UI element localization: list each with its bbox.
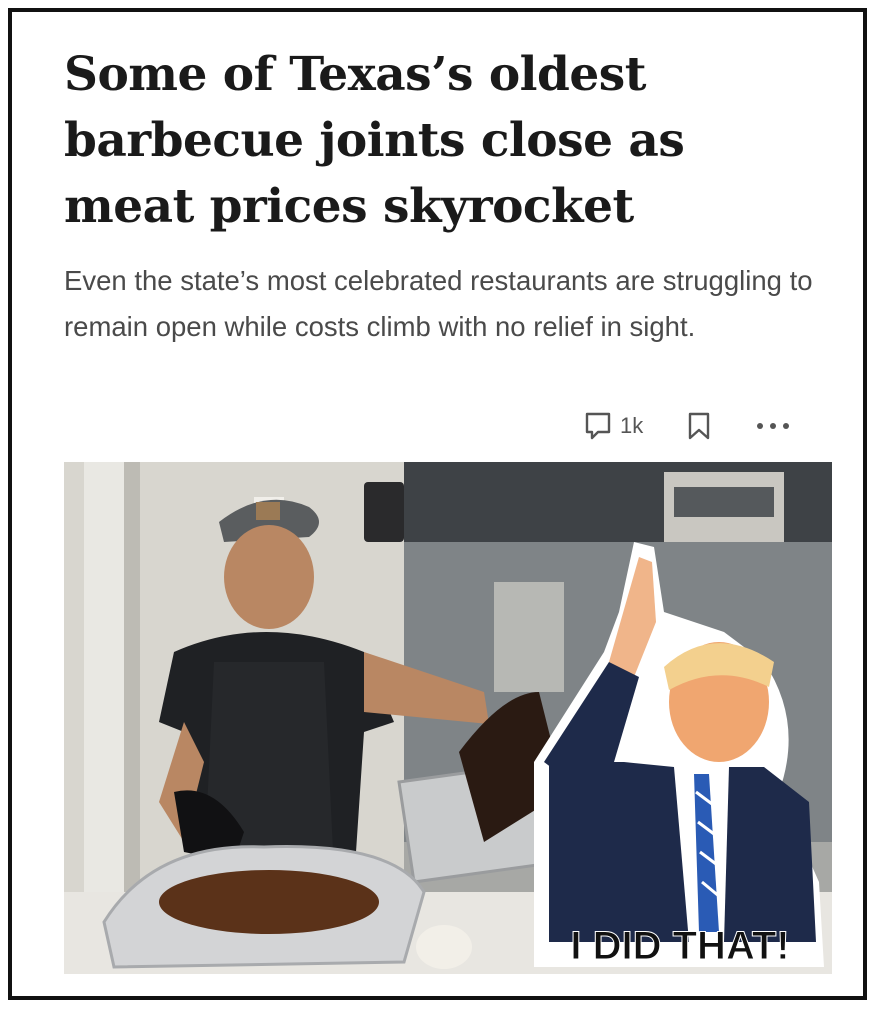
article-photo[interactable]: I DID THAT! (64, 462, 832, 974)
comments-button[interactable]: 1k (584, 411, 643, 441)
comment-count: 1k (620, 413, 644, 438)
more-dots-icon (757, 423, 790, 429)
more-options-button[interactable] (755, 421, 791, 431)
screenshot-frame: Some of Texas’s oldest barbecue joints c… (8, 8, 867, 1000)
bookmark-button[interactable] (687, 411, 711, 441)
bookmark-icon (689, 412, 710, 440)
sticker-caption: I DID THAT! (570, 924, 789, 968)
article-headline[interactable]: Some of Texas’s oldest barbecue joints c… (64, 42, 824, 240)
article-subheadline: Even the state’s most celebrated restaur… (64, 265, 813, 342)
comment-icon (585, 412, 611, 440)
article-actions-bar: 1k (584, 406, 791, 446)
photo-illustration: I DID THAT! (64, 462, 832, 974)
